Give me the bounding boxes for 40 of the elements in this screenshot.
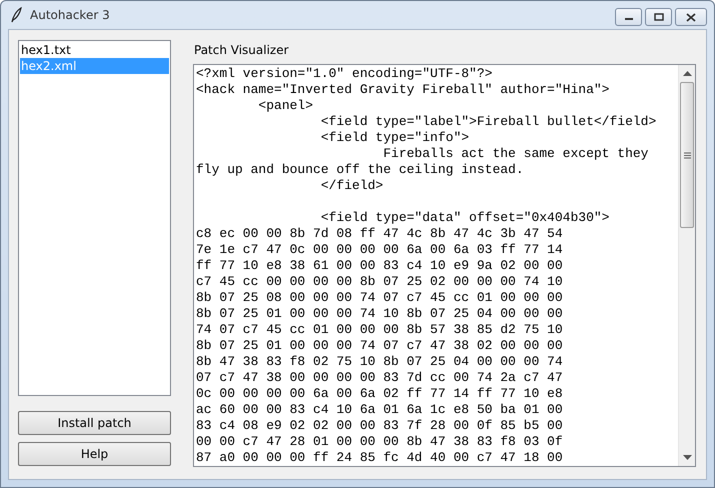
code-line: 7e 1e c7 47 0c 00 00 00 00 6a 00 6a 03 ff 77 14 (196, 242, 563, 257)
code-line: <field type="data" offset="0x404b30"> (320, 210, 610, 225)
close-button[interactable] (675, 8, 707, 26)
code-line: Fireballs act the same except they (382, 146, 648, 161)
scrollbar[interactable] (678, 65, 695, 466)
window-title: Autohacker 3 (30, 8, 110, 22)
close-icon (685, 12, 697, 22)
code-line: <hack name="Inverted Gravity Fireball" author="Hina"> (196, 82, 610, 97)
code-line: fly up and bounce off the ceiling instead. (196, 162, 524, 177)
maximize-button[interactable] (645, 8, 672, 26)
code-line: 83 c4 08 e9 02 02 00 00 83 7f 28 00 0f 85 b5 00 (196, 418, 563, 433)
action-button[interactable]: Help (18, 442, 171, 466)
code-line: 8b 07 25 08 00 00 00 74 07 c7 45 cc 01 00 00 00 (196, 290, 563, 305)
code-line: <panel> (257, 98, 314, 113)
code-line: ac 60 00 00 83 c4 10 6a 01 6a 1c e8 50 ba 01 00 (196, 402, 563, 417)
code-line: 74 07 c7 45 cc 01 00 00 00 8b 57 38 85 d2 75 10 (196, 322, 563, 337)
text-area[interactable] (193, 64, 696, 467)
scroll-down-icon[interactable] (682, 455, 692, 460)
maximize-icon (654, 13, 664, 21)
code-line: 8b 47 38 83 f8 02 75 10 8b 07 25 04 00 00 00 74 (196, 354, 563, 369)
minimize-button[interactable] (615, 8, 642, 26)
code-line: 0c 00 00 00 00 6a 00 6a 02 ff 77 14 ff 77 10 e8 (196, 386, 563, 401)
code-line: 87 a0 00 00 00 ff 24 85 fc 4d 40 00 c7 47 18 00 (196, 450, 563, 465)
code-line: ff 77 10 e8 38 61 00 00 83 c4 10 e9 9a 02 00 00 (196, 258, 563, 273)
panel-label: Patch Visualizer (194, 43, 290, 57)
code-line: 8b 07 25 01 00 00 00 74 07 c7 47 38 02 00 00 00 (196, 338, 563, 353)
feather-icon (10, 7, 22, 23)
action-button[interactable]: Install patch (18, 411, 171, 435)
code-line: c7 45 cc 00 00 00 00 8b 07 25 02 00 00 00 74 10 (196, 274, 563, 289)
scroll-up-icon[interactable] (682, 71, 692, 76)
code-line: <field type="label">Fireball bullet</field> (320, 114, 656, 129)
code-line: 00 00 c7 47 28 01 00 00 00 8b 47 38 83 f8 03 0f (196, 434, 563, 449)
code-line: <field type="info"> (320, 130, 470, 145)
code-line: 8b 07 25 01 00 00 00 74 10 8b 07 25 04 00 00 00 (196, 306, 563, 321)
code-line: </field> (320, 178, 384, 193)
code-line: c8 ec 00 00 8b 7d 08 ff 47 4c 8b 47 4c 3b 47 54 (196, 226, 563, 241)
code-line: 07 c7 47 38 00 00 00 00 83 7d cc 00 74 2a c7 47 (196, 370, 563, 385)
file-list-item[interactable]: hex1.txt (20, 42, 169, 58)
code-line: <?xml version="1.0" encoding="UTF-8"?> (196, 66, 492, 81)
scroll-thumb[interactable] (680, 82, 694, 228)
